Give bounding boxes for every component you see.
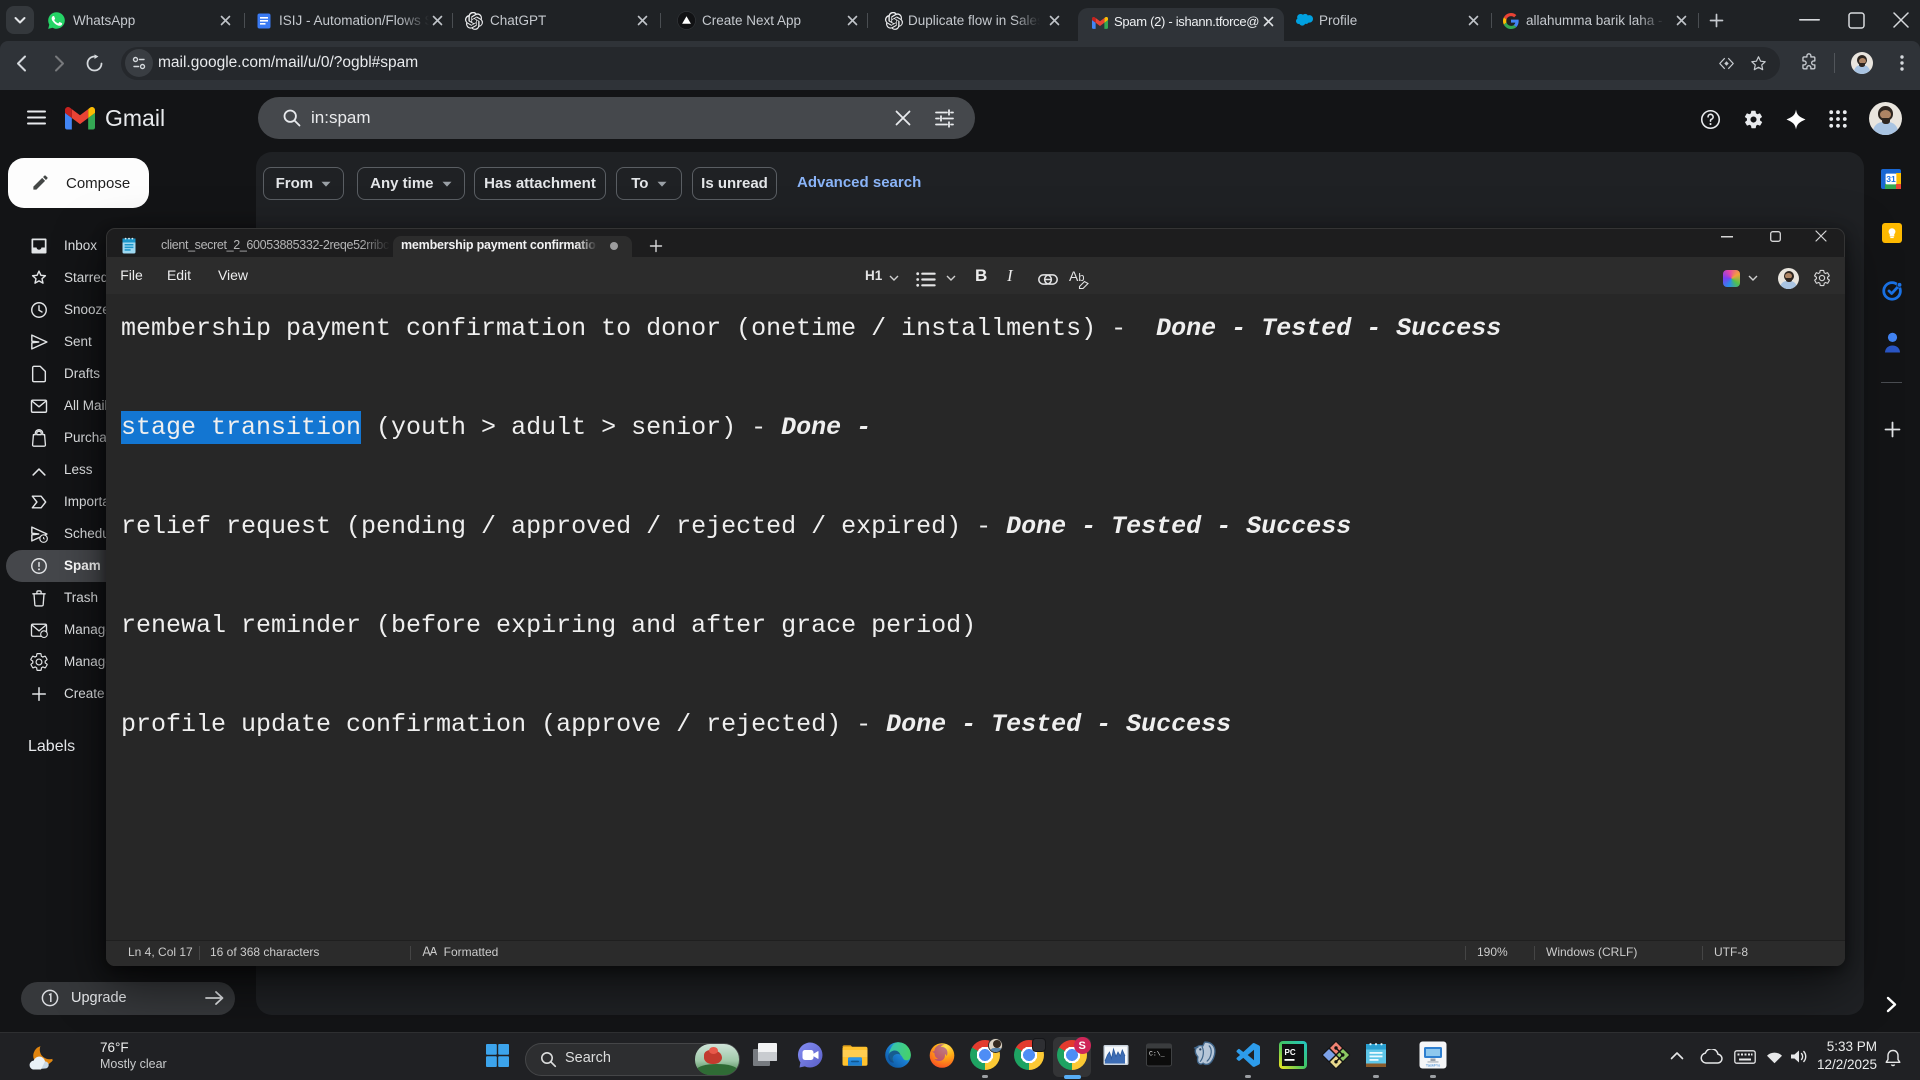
svg-text:TaskPro: TaskPro (1426, 1063, 1441, 1068)
svg-text:31: 31 (1886, 174, 1896, 184)
svg-text:C:\_: C:\_ (1149, 1051, 1165, 1058)
svg-text:PC: PC (1285, 1048, 1296, 1057)
